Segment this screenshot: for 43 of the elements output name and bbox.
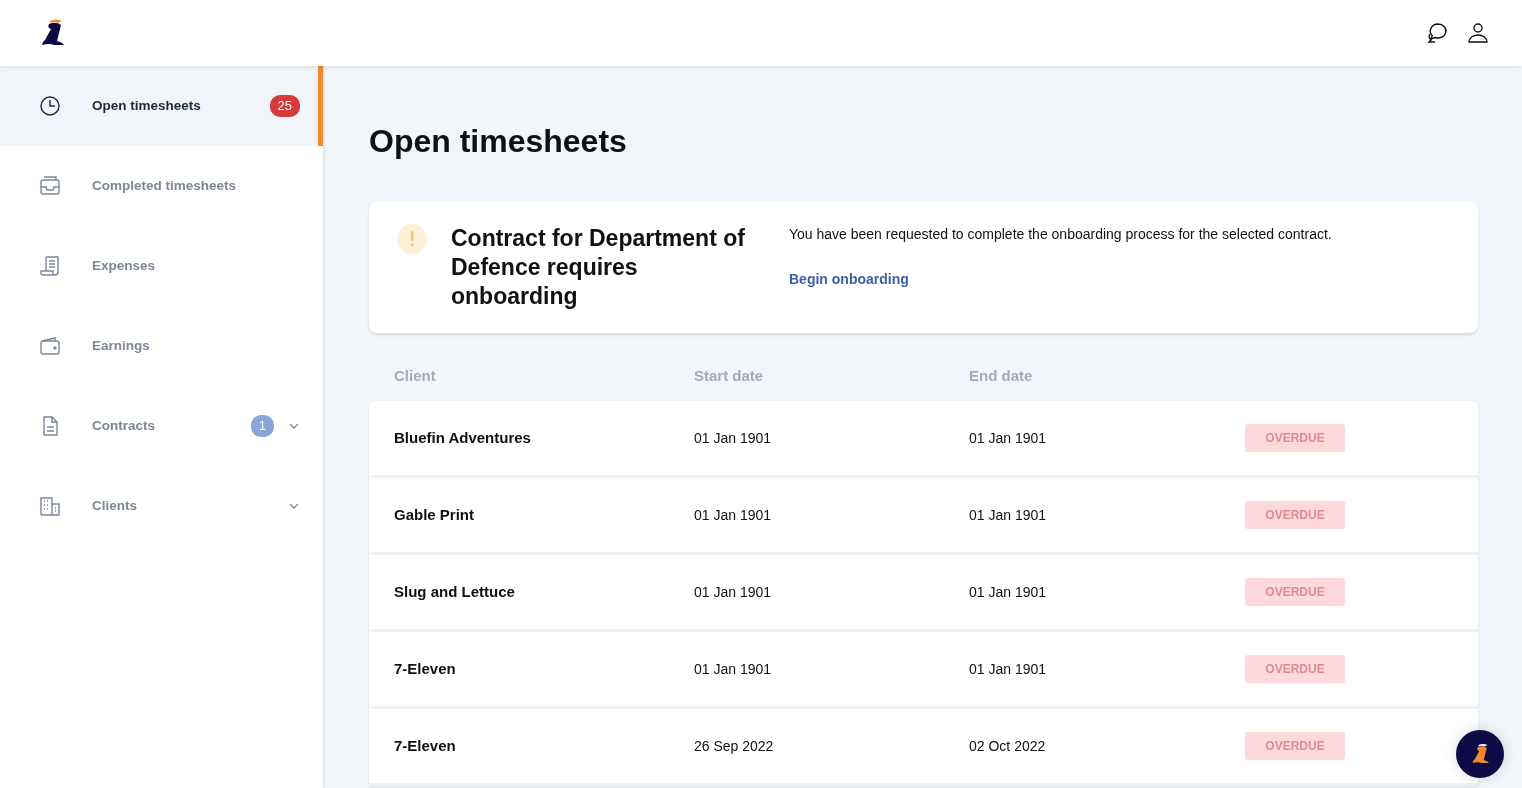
column-header: End date [969,366,1033,384]
status-badge: OVERDUE [1245,501,1345,530]
sidebar-item[interactable]: Earnings [0,306,323,386]
client-name: 7-Eleven [394,659,456,677]
sidebar-item[interactable]: Clients [0,466,323,546]
table-cell: 01 Jan 1901 [694,583,772,600]
table-cell: 01 Jan 1901 [969,429,1047,446]
user-icon[interactable] [1466,21,1490,45]
wallet-icon [38,334,62,358]
page-title: Open timesheets [369,122,628,161]
sidebar-item[interactable]: Completed timesheets [0,146,323,226]
table-cell: 01 Jan 1901 [694,660,772,677]
begin-onboarding-link[interactable]: Begin onboarding [789,271,909,288]
client-name: Gable Print [394,505,475,523]
table-cell: 02 Oct 2022 [969,737,1046,754]
table-cell: 01 Jan 1901 [969,506,1047,523]
alert-title: Contract for Department of Defence requires onboarding [451,224,746,311]
table-cell: 26 Sep 2022 [694,737,774,754]
status-badge: OVERDUE [1245,655,1345,684]
receipt-icon [38,254,62,278]
client-name: Bluefin Adventures [394,428,531,446]
column-header: Start date [694,366,764,384]
warning-icon [397,224,427,255]
table-cell: 01 Jan 1901 [694,506,772,523]
chat-icon[interactable] [1426,21,1450,45]
status-badge: OVERDUE [1245,578,1345,607]
status-badge: OVERDUE [1245,732,1345,761]
clock-icon [38,94,62,118]
building-icon [38,494,62,518]
count-badge: 1 [250,415,274,437]
sidebar-item[interactable]: Open timesheets 25 [0,66,323,146]
client-name: Slug and Lettuce [394,582,515,600]
sidebar-item[interactable]: Expenses [0,226,323,306]
status-badge: OVERDUE [1245,424,1345,453]
table-cell: 01 Jan 1901 [969,583,1047,600]
client-name: 7-Eleven [394,736,456,754]
table-cell: 01 Jan 1901 [694,429,772,446]
sidebar-item[interactable]: Contracts 1 [0,386,323,466]
table-cell: 01 Jan 1901 [969,660,1047,677]
column-header: Client [394,366,436,384]
alert-message: You have been requested to complete the onboarding process for the selected contract. [789,225,1332,245]
count-badge: 25 [269,95,300,117]
inbox-icon [38,174,62,198]
